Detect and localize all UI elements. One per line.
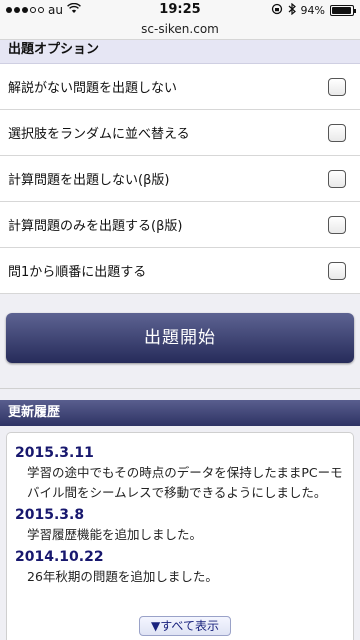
option-label: 計算問題のみを出題する(β版): [8, 219, 183, 234]
option-sequential-order[interactable]: 問1から順番に出題する: [0, 248, 360, 294]
option-no-calculation[interactable]: 計算問題を出題しない(β版): [0, 156, 360, 202]
option-checkbox[interactable]: [328, 215, 346, 234]
option-label: 計算問題を出題しない(β版): [8, 173, 170, 188]
option-label: 問1から順番に出題する: [8, 265, 147, 280]
history-text: 26年秋期の問題を追加しました。: [27, 569, 218, 584]
history-date: 2015.3.11: [15, 445, 94, 461]
option-no-explanation[interactable]: 解説がない問題を出題しない: [0, 64, 360, 110]
battery-percent: 94%: [300, 4, 325, 17]
rotation-lock-icon: [271, 3, 283, 18]
option-calculation-only[interactable]: 計算問題のみを出題する(β版): [0, 202, 360, 248]
history-date: 2015.3.8: [15, 507, 85, 523]
history-date: 2014.10.22: [15, 549, 104, 565]
option-checkbox[interactable]: [328, 169, 346, 188]
option-label: 選択肢をランダムに並べ替える: [8, 127, 190, 142]
options-list: 解説がない問題を出題しない 選択肢をランダムに並べ替える 計算問題を出題しない(…: [0, 64, 360, 294]
history-header: 更新履歴: [0, 400, 360, 426]
option-checkbox[interactable]: [328, 123, 346, 142]
section-divider: [0, 388, 360, 389]
status-right: 94%: [271, 2, 356, 18]
history-text: 学習履歴機能を追加しました。: [27, 527, 203, 542]
option-random-choices[interactable]: 選択肢をランダムに並べ替える: [0, 110, 360, 156]
battery-icon: [330, 5, 356, 16]
history-text: 学習の途中でもその時点のデータを保持したままPCーモバイル間をシームレスで移動で…: [27, 465, 343, 500]
option-label: 解説がない問題を出題しない: [8, 81, 178, 96]
show-all-button[interactable]: ▼すべて表示: [139, 616, 231, 636]
status-bar: au 19:25 94%: [0, 0, 360, 20]
start-button[interactable]: 出題開始: [6, 313, 354, 363]
address-bar[interactable]: sc-siken.com: [0, 20, 360, 40]
bluetooth-icon: [288, 2, 296, 18]
option-checkbox[interactable]: [328, 261, 346, 280]
battery-level: [332, 7, 351, 14]
options-header: 出題オプション: [0, 40, 360, 64]
option-checkbox[interactable]: [328, 77, 346, 96]
history-list: 2015.3.11 学習の途中でもその時点のデータを保持したままPCーモバイル間…: [6, 432, 354, 640]
